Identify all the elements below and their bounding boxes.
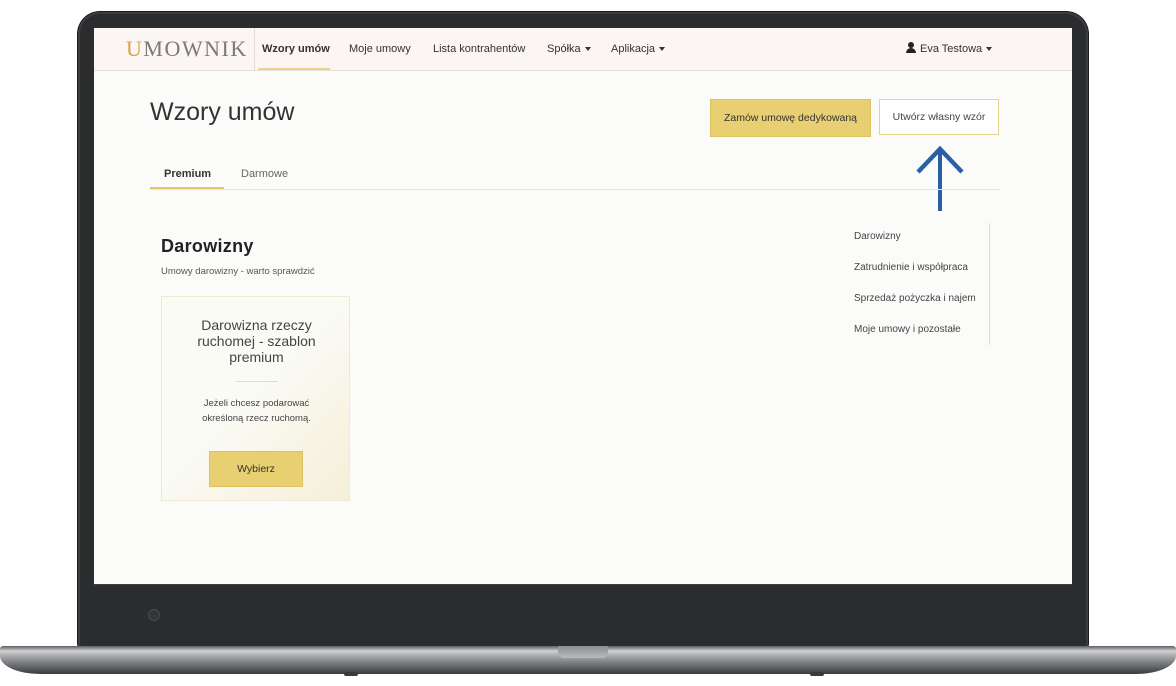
page-title: Wzory umów [150,98,295,126]
sidenav-item-sprzedaz[interactable]: Sprzedaż pożyczka i najem [854,293,976,304]
select-template-button[interactable]: Wybierz [209,451,303,487]
arrow-up-icon [916,145,964,211]
nav-item-wzory-umow[interactable]: Wzory umów [262,28,330,70]
screen-bottom-edge [94,584,1072,585]
section-subtitle: Umowy darowizny - warto sprawdzić [161,266,315,277]
laptop-foot [810,672,824,676]
top-navbar: U MOWNIK Wzory umów Moje umowy Lista kont… [94,28,1072,71]
nav-item-lista-kontrahentow[interactable]: Lista kontrahentów [433,28,525,70]
laptop-foot [344,672,358,676]
nav-item-aplikacja[interactable]: Aplikacja [611,28,666,70]
create-own-template-button[interactable]: Utwórz własny wzór [879,99,999,135]
laptop-notch [558,646,608,658]
webcam-icon [148,609,160,621]
sidenav-item-zatrudnienie[interactable]: Zatrudnienie i współpraca [854,262,968,273]
app-screen: U MOWNIK Wzory umów Moje umowy Lista kont… [94,28,1072,584]
logo-text: MOWNIK [143,36,248,61]
umownik-logo[interactable]: U MOWNIK [126,36,248,61]
tab-darmowe[interactable]: Darmowe [241,168,288,180]
sidenav-item-moje-umowy[interactable]: Moje umowy i pozostałe [854,324,961,335]
logo-divider [254,28,255,70]
tab-premium[interactable]: Premium [164,168,211,180]
logo-initial: U [126,36,144,61]
nav-item-spolka[interactable]: Spółka [547,28,591,70]
category-sidenav: Darowizny Zatrudnienie i współpraca Sprz… [846,223,990,345]
nav-item-moje-umowy[interactable]: Moje umowy [349,28,411,70]
template-card: Darowizna rzeczy ruchomej - szablon prem… [161,296,350,501]
user-icon [906,42,916,53]
user-menu[interactable]: Eva Testowa [906,28,993,70]
caret-down-icon [986,47,993,52]
caret-down-icon [584,47,591,52]
user-name: Eva Testowa [920,43,983,55]
card-description: Jeżeli chcesz podarować określoną rzecz … [202,398,311,424]
card-divider [236,381,278,382]
card-title: Darowizna rzeczy ruchomej - szablon prem… [197,317,316,365]
section-title: Darowizny [161,236,254,256]
order-dedicated-contract-button[interactable]: Zamów umowę dedykowaną [710,99,871,137]
caret-down-icon [659,47,666,52]
nav-active-indicator [258,68,330,70]
tabs-divider [150,189,1000,190]
sidenav-item-darowizny[interactable]: Darowizny [854,231,901,242]
